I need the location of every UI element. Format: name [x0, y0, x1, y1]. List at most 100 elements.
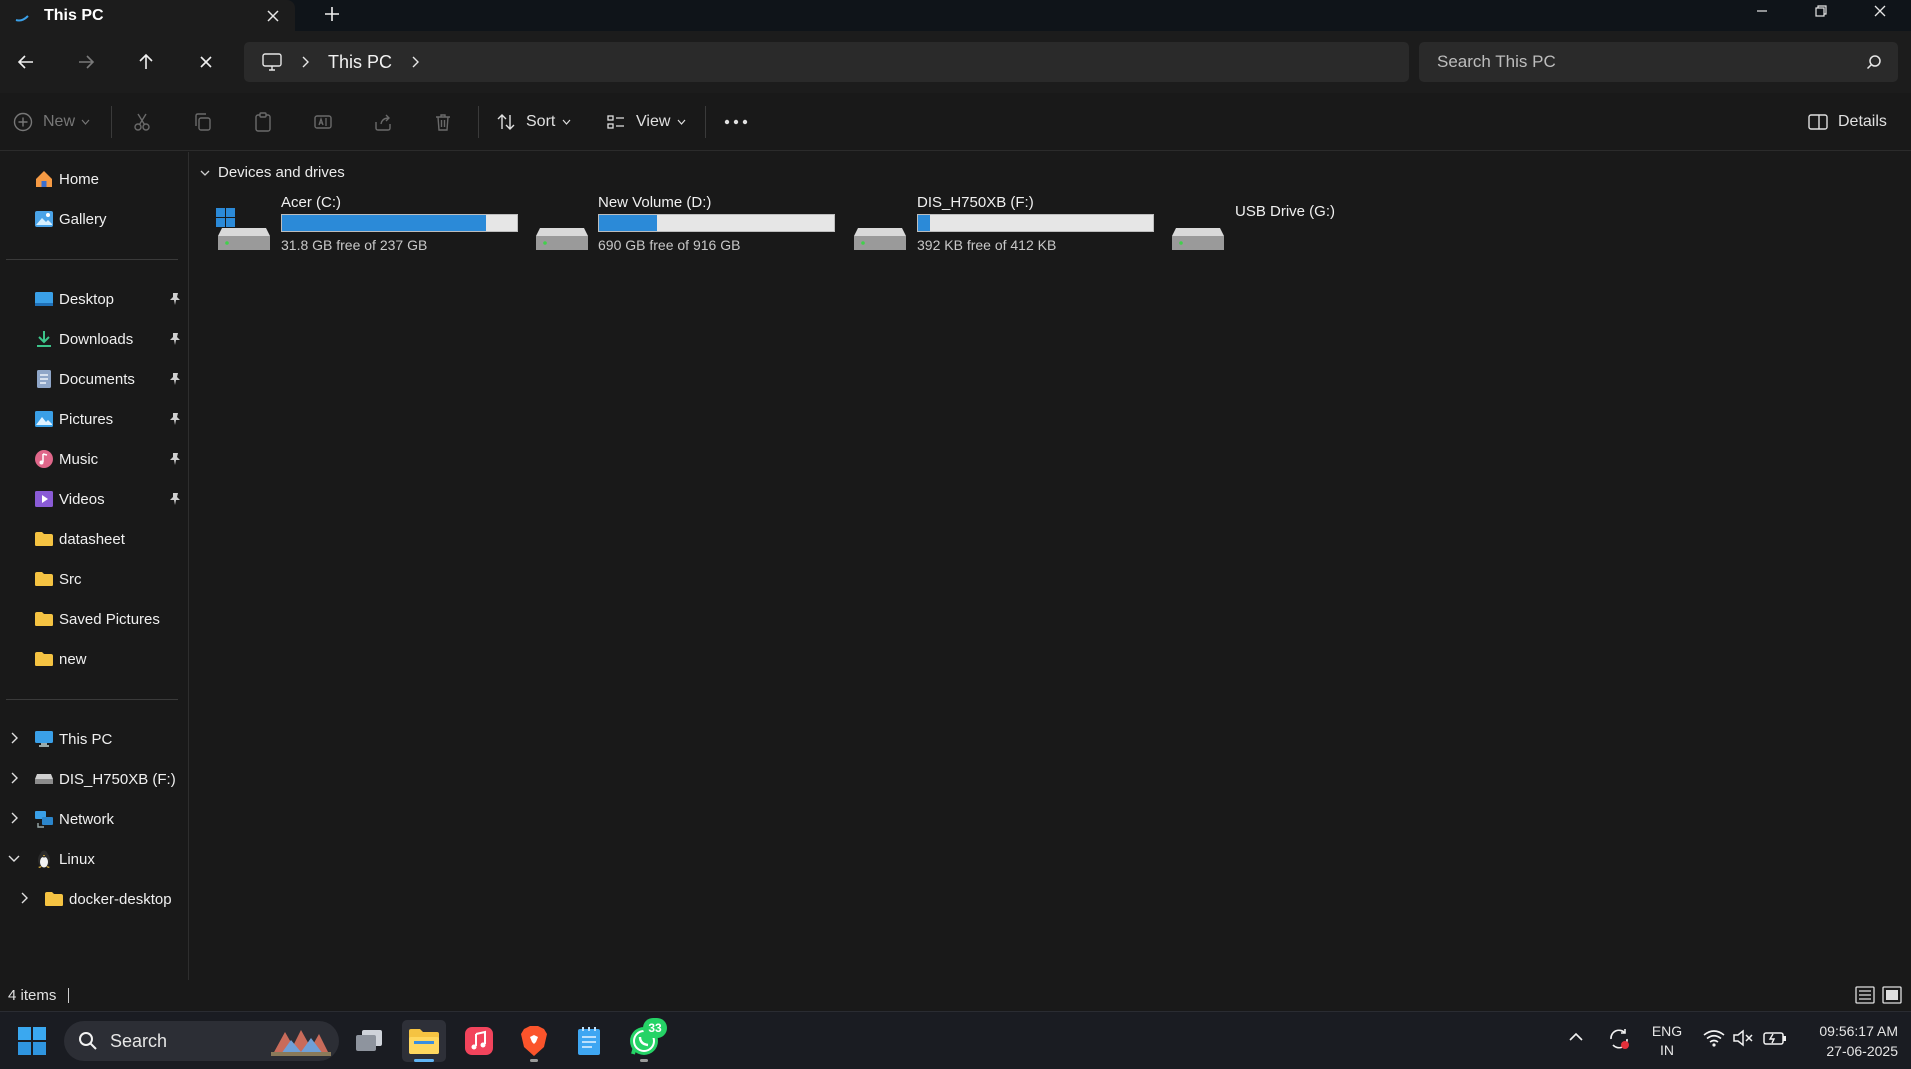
details-pane-button[interactable]: Details: [1808, 105, 1887, 139]
stop-button[interactable]: [189, 45, 223, 79]
tiles-view-icon: [1882, 986, 1902, 1004]
folder-icon: [34, 569, 54, 589]
drive-tile[interactable]: DIS_H750XB (F:) 392 KB free of 412 KB: [852, 192, 1154, 256]
sidebar-item-label: Downloads: [59, 330, 134, 348]
drive-tile[interactable]: New Volume (D:) 690 GB free of 916 GB: [534, 192, 835, 256]
brave-lion-icon: [521, 1026, 547, 1056]
folder-icon: [34, 649, 54, 669]
pin-icon[interactable]: [168, 292, 182, 306]
chevron-right-icon[interactable]: [17, 891, 31, 905]
new-tab-button[interactable]: [314, 0, 350, 28]
sidebar-item-network[interactable]: Network: [34, 803, 114, 835]
view-button[interactable]: View: [606, 105, 686, 139]
linux-icon: [34, 849, 54, 869]
sidebar-item-label: new: [59, 650, 87, 668]
whatsapp-taskbar-button[interactable]: 33: [622, 1018, 667, 1062]
sidebar-item-datasheet[interactable]: datasheet: [34, 523, 125, 555]
up-button[interactable]: [129, 45, 163, 79]
drive-free-space: 690 GB free of 916 GB: [598, 237, 741, 253]
paste-button[interactable]: [253, 105, 273, 139]
sidebar-item-docker-desktop[interactable]: docker-desktop: [44, 883, 172, 915]
pin-icon[interactable]: [168, 492, 182, 506]
drive-tile[interactable]: Acer (C:) 31.8 GB free of 237 GB: [216, 192, 518, 256]
show-hidden-icons-button[interactable]: [1568, 1032, 1584, 1042]
pin-icon[interactable]: [168, 332, 182, 346]
sidebar-item-desktop[interactable]: Desktop: [34, 283, 114, 315]
chevron-right-icon[interactable]: [300, 56, 310, 68]
back-button[interactable]: [9, 45, 43, 79]
sidebar-item-home[interactable]: Home: [34, 163, 99, 195]
minimize-button[interactable]: [1733, 0, 1791, 22]
drive-icon: [536, 228, 588, 250]
sidebar-item-videos[interactable]: Videos: [34, 483, 105, 515]
tiles-view-button[interactable]: [1882, 986, 1902, 1004]
sidebar-item-saved-pictures[interactable]: Saved Pictures: [34, 603, 160, 635]
sidebar-item-linux[interactable]: Linux: [34, 843, 95, 875]
sidebar-item-gallery[interactable]: Gallery: [34, 203, 107, 235]
music-app-icon: [465, 1027, 493, 1055]
notepad-icon: [578, 1027, 600, 1055]
chevron-right-icon[interactable]: [7, 771, 21, 785]
sync-status-button[interactable]: [1607, 1027, 1631, 1051]
forward-button[interactable]: [69, 45, 103, 79]
task-view-button[interactable]: [347, 1020, 391, 1062]
chevron-right-icon[interactable]: [7, 731, 21, 745]
navigation-pane: Home Gallery Desktop Downloads Documents…: [0, 152, 189, 980]
pin-icon[interactable]: [168, 452, 182, 466]
drive-name: New Volume (D:): [598, 194, 712, 211]
file-explorer-taskbar-button[interactable]: [402, 1020, 446, 1062]
cut-button[interactable]: [132, 105, 152, 139]
computer-icon: [34, 729, 54, 749]
breadcrumb-this-pc[interactable]: This PC: [328, 52, 392, 73]
time: 09:56:17 AM: [1819, 1023, 1898, 1039]
pin-icon[interactable]: [168, 412, 182, 426]
rename-button[interactable]: [313, 105, 333, 139]
sidebar-item-downloads[interactable]: Downloads: [34, 323, 133, 355]
folder-icon: [409, 1029, 439, 1054]
sort-button[interactable]: Sort: [496, 105, 571, 139]
details-pane-icon: [1808, 114, 1828, 130]
sidebar-item-documents[interactable]: Documents: [34, 363, 135, 395]
delete-button[interactable]: [433, 105, 453, 139]
more-options-button[interactable]: [724, 105, 748, 139]
details-view-button[interactable]: [1855, 986, 1875, 1004]
close-window-button[interactable]: [1851, 0, 1909, 22]
drive-tile[interactable]: USB Drive (G:): [1170, 192, 1390, 256]
copy-button[interactable]: [193, 105, 213, 139]
desktop-icon: [34, 289, 54, 309]
tab-this-pc[interactable]: This PC: [0, 0, 295, 31]
new-button[interactable]: New: [13, 105, 90, 139]
sidebar-item-src[interactable]: Src: [34, 563, 82, 595]
tab-title: This PC: [44, 6, 104, 24]
sidebar-item-this-pc[interactable]: This PC: [34, 723, 112, 755]
battery-button[interactable]: [1763, 1029, 1787, 1047]
chevron-down-icon[interactable]: [7, 851, 21, 865]
chevron-right-icon[interactable]: [410, 56, 420, 68]
sidebar-item-music[interactable]: Music: [34, 443, 98, 475]
brave-browser-taskbar-button[interactable]: [512, 1020, 556, 1062]
sidebar-item-label: Src: [59, 570, 82, 588]
close-tab-button[interactable]: [257, 2, 289, 30]
group-header[interactable]: Devices and drives: [200, 164, 345, 181]
restore-button[interactable]: [1792, 0, 1850, 22]
clock[interactable]: 09:56:17 AM 27-06-2025: [1796, 1021, 1898, 1061]
divider: [705, 106, 706, 138]
sidebar-item-new[interactable]: new: [34, 643, 87, 675]
sidebar-item-label: DIS_H750XB (F:): [59, 770, 176, 788]
taskbar-search[interactable]: Search: [64, 1021, 339, 1061]
chevron-right-icon[interactable]: [7, 811, 21, 825]
wifi-status-button[interactable]: [1703, 1029, 1725, 1047]
address-bar[interactable]: This PC: [244, 42, 1409, 82]
pin-icon[interactable]: [168, 372, 182, 386]
notepad-taskbar-button[interactable]: [567, 1020, 611, 1062]
close-icon: [267, 9, 279, 22]
music-app-taskbar-button[interactable]: [457, 1020, 501, 1062]
share-button[interactable]: [373, 105, 393, 139]
sidebar-item-dis-drive[interactable]: DIS_H750XB (F:): [34, 763, 176, 795]
volume-button[interactable]: [1733, 1029, 1755, 1047]
start-button[interactable]: [10, 1020, 54, 1062]
language-indicator[interactable]: ENG IN: [1648, 1022, 1686, 1060]
drive-usage-fill: [599, 215, 658, 231]
sidebar-item-pictures[interactable]: Pictures: [34, 403, 113, 435]
search-input[interactable]: Search This PC: [1419, 42, 1898, 82]
